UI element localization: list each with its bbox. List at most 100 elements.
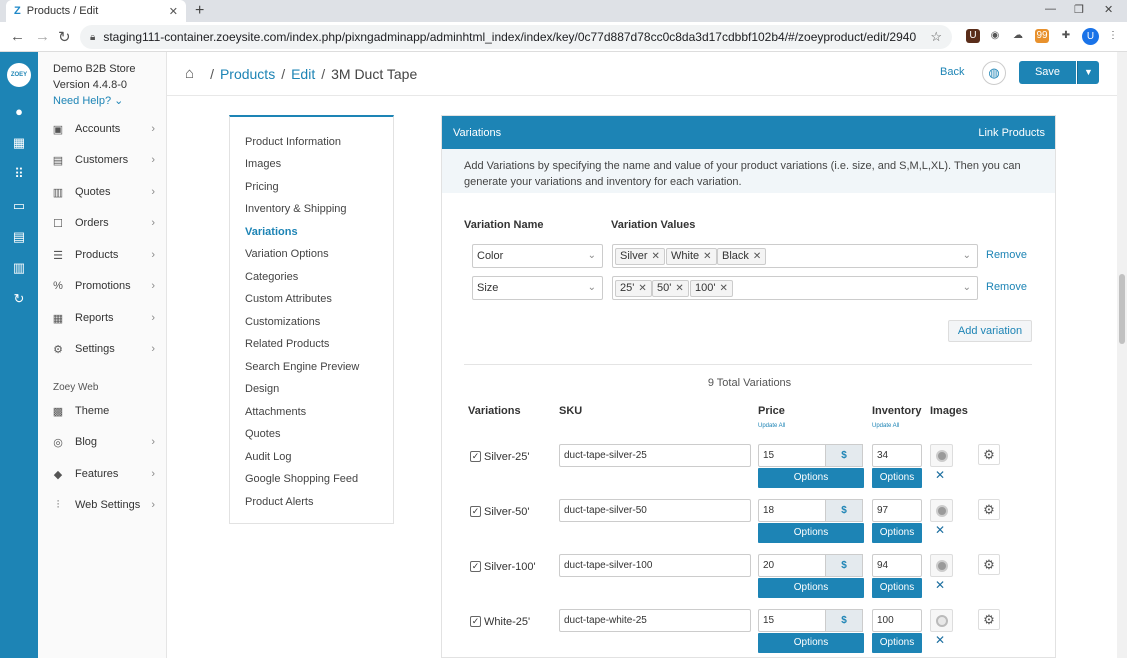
section-variation-options[interactable]: Variation Options xyxy=(245,248,329,260)
extension-shield-icon[interactable]: U xyxy=(966,29,980,43)
sidebar-item-blog[interactable]: ◎ Blog › xyxy=(51,432,155,452)
section-related-products[interactable]: Related Products xyxy=(245,338,329,350)
section-search-engine-preview[interactable]: Search Engine Preview xyxy=(245,361,359,373)
section-audit-log[interactable]: Audit Log xyxy=(245,451,291,463)
sync-icon[interactable]: ↻ xyxy=(11,291,27,307)
back-arrow-icon[interactable]: ← xyxy=(10,28,25,45)
remove-tag-icon[interactable]: ✕ xyxy=(652,251,660,262)
breadcrumb-products[interactable]: Products xyxy=(220,66,275,82)
inventory-input[interactable]: 34 xyxy=(872,444,922,467)
variation-image-thumbnail[interactable] xyxy=(930,609,953,632)
close-tab-icon[interactable]: ✕ xyxy=(169,5,178,18)
section-product-information[interactable]: Product Information xyxy=(245,136,341,148)
sidebar-item-quotes[interactable]: ▥ Quotes › xyxy=(51,182,155,202)
sidebar-item-accounts[interactable]: ▣ Accounts › xyxy=(51,119,155,139)
price-options-button[interactable]: Options xyxy=(758,523,864,543)
price-options-button[interactable]: Options xyxy=(758,468,864,488)
sidebar-item-promotions[interactable]: % Promotions › xyxy=(51,276,155,296)
reload-icon[interactable]: ↻ xyxy=(58,28,71,46)
link-products-button[interactable]: Link Products xyxy=(978,127,1045,139)
remove-variation-button[interactable]: Remove xyxy=(986,281,1027,293)
extension-badge-icon[interactable]: 99 xyxy=(1035,29,1049,43)
cloud-icon[interactable]: ☁ xyxy=(1011,29,1025,43)
variation-image-thumbnail[interactable] xyxy=(930,499,953,522)
row-settings-gear-icon[interactable]: ⚙ xyxy=(978,499,1000,520)
save-dropdown-icon[interactable]: ▼ xyxy=(1077,61,1099,84)
inventory-options-button[interactable]: Options xyxy=(872,468,922,488)
remove-tag-icon[interactable]: ✕ xyxy=(753,251,761,262)
inventory-update-all-link[interactable]: Update All xyxy=(872,423,899,429)
forward-arrow-icon[interactable]: → xyxy=(35,28,50,45)
price-input[interactable]: 15 xyxy=(758,444,826,467)
breadcrumb-edit[interactable]: Edit xyxy=(291,66,315,82)
page-scrollbar[interactable] xyxy=(1117,52,1127,658)
sidebar-item-settings[interactable]: ⚙ Settings › xyxy=(51,339,155,359)
sku-input[interactable]: duct-tape-silver-50 xyxy=(559,499,751,522)
profile-avatar[interactable]: U xyxy=(1082,28,1099,45)
url-input[interactable]: 🔒︎ staging111-container.zoeysite.com/ind… xyxy=(80,25,952,49)
remove-image-icon[interactable]: ✕ xyxy=(935,523,945,537)
close-window-icon[interactable]: ✕ xyxy=(1104,3,1113,16)
section-custom-attributes[interactable]: Custom Attributes xyxy=(245,293,332,305)
add-variation-button[interactable]: Add variation xyxy=(948,320,1032,342)
remove-image-icon[interactable]: ✕ xyxy=(935,633,945,647)
need-help-link[interactable]: Need Help? ⌄ xyxy=(53,94,123,107)
section-images[interactable]: Images xyxy=(245,158,281,170)
sidebar-item-products[interactable]: ☰ Products › xyxy=(51,245,155,265)
row-checkbox[interactable]: ✓ xyxy=(470,616,481,627)
remove-tag-icon[interactable]: ✕ xyxy=(675,283,683,294)
inventory-options-button[interactable]: Options xyxy=(872,523,922,543)
section-attachments[interactable]: Attachments xyxy=(245,406,306,418)
section-quotes[interactable]: Quotes xyxy=(245,428,280,440)
section-google-shopping-feed[interactable]: Google Shopping Feed xyxy=(245,473,358,485)
section-customizations[interactable]: Customizations xyxy=(245,316,320,328)
scrollbar-thumb[interactable] xyxy=(1119,274,1125,344)
sidebar-item-reports[interactable]: ▦ Reports › xyxy=(51,308,155,328)
remove-tag-icon[interactable]: ✕ xyxy=(703,251,711,262)
sidebar-item-features[interactable]: ◆ Features › xyxy=(51,464,155,484)
variation-image-thumbnail[interactable] xyxy=(930,554,953,577)
row-settings-gear-icon[interactable]: ⚙ xyxy=(978,554,1000,575)
user-circle-icon[interactable]: ● xyxy=(11,104,27,120)
price-options-button[interactable]: Options xyxy=(758,633,864,653)
inventory-options-button[interactable]: Options xyxy=(872,633,922,653)
inventory-input[interactable]: 100 xyxy=(872,609,922,632)
price-input[interactable]: 15 xyxy=(758,609,826,632)
remove-variation-button[interactable]: Remove xyxy=(986,249,1027,261)
section-design[interactable]: Design xyxy=(245,383,279,395)
sidebar-item-customers[interactable]: ▤ Customers › xyxy=(51,150,155,170)
sidebar-item-theme[interactable]: ▩ Theme xyxy=(51,401,155,421)
price-input[interactable]: 18 xyxy=(758,499,826,522)
new-tab-icon[interactable]: + xyxy=(195,2,204,20)
variation-values-input[interactable]: Silver ✕ White ✕ Black ✕ ⌄ xyxy=(612,244,978,268)
apps-grid-icon[interactable]: ⠿ xyxy=(11,166,27,182)
browser-tab[interactable]: Z Products / Edit ✕ xyxy=(6,0,186,22)
row-settings-gear-icon[interactable]: ⚙ xyxy=(978,444,1000,465)
section-product-alerts[interactable]: Product Alerts xyxy=(245,496,313,508)
variation-name-select[interactable]: Size ⌄ xyxy=(472,276,603,300)
inventory-input[interactable]: 94 xyxy=(872,554,922,577)
sku-input[interactable]: duct-tape-white-25 xyxy=(559,609,751,632)
zoey-logo[interactable]: ZOEY xyxy=(7,63,31,87)
browser-menu-icon[interactable]: ⋮ xyxy=(1106,29,1120,43)
price-options-button[interactable]: Options xyxy=(758,578,864,598)
section-variations[interactable]: Variations xyxy=(245,226,298,238)
back-button[interactable]: Back xyxy=(940,66,964,78)
price-input[interactable]: 20 xyxy=(758,554,826,577)
inventory-options-button[interactable]: Options xyxy=(872,578,922,598)
camera-icon[interactable]: ◉ xyxy=(988,29,1002,43)
variation-values-input[interactable]: 25' ✕ 50' ✕ 100' ✕ ⌄ xyxy=(612,276,978,300)
home-icon[interactable]: ⌂ xyxy=(185,65,194,82)
bookmark-star-icon[interactable]: ☆ xyxy=(930,29,942,45)
save-button[interactable]: Save xyxy=(1019,61,1076,84)
row-checkbox[interactable]: ✓ xyxy=(470,561,481,572)
row-checkbox[interactable]: ✓ xyxy=(470,451,481,462)
document-icon[interactable]: ▤ xyxy=(11,229,27,245)
puzzle-extensions-icon[interactable]: ✚ xyxy=(1059,29,1073,43)
variation-image-thumbnail[interactable] xyxy=(930,444,953,467)
minimize-icon[interactable]: — xyxy=(1045,3,1056,15)
store-icon[interactable]: ▦ xyxy=(11,135,27,151)
sku-input[interactable]: duct-tape-silver-25 xyxy=(559,444,751,467)
section-categories[interactable]: Categories xyxy=(245,271,298,283)
price-update-all-link[interactable]: Update All xyxy=(758,423,785,429)
